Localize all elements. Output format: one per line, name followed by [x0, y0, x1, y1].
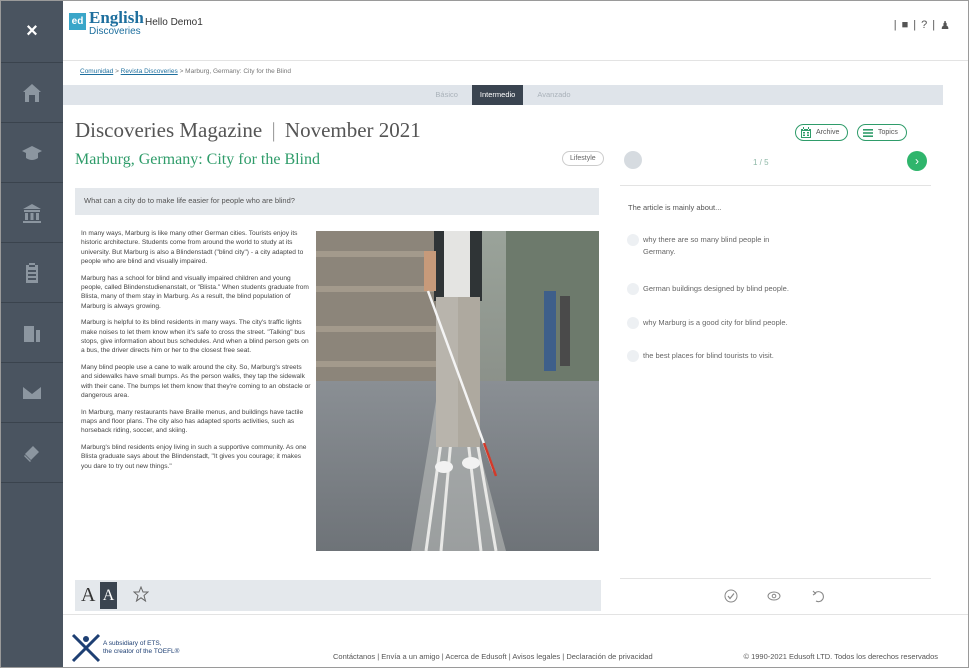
- article-image: [316, 231, 599, 551]
- breadcrumb: Comunidad > Revista Discoveries > Marbur…: [80, 68, 291, 75]
- archive-button[interactable]: Archive: [795, 124, 849, 141]
- close-icon: ×: [26, 20, 38, 42]
- header: ed English Discoveries Hello Demo1 | ■ |…: [63, 1, 968, 61]
- radio-button[interactable]: [627, 317, 639, 329]
- graduation-cap-icon: [22, 145, 42, 160]
- article-paragraph: In many ways, Marburg is like many other…: [81, 230, 304, 266]
- breadcrumb-link-magazine[interactable]: Revista Discoveries: [121, 68, 178, 75]
- level-advanced[interactable]: Avanzado: [529, 85, 578, 105]
- previous-question-button[interactable]: [624, 151, 642, 169]
- footer-link-share[interactable]: Envía a un amigo: [381, 652, 439, 661]
- home-icon: [23, 83, 41, 102]
- close-button[interactable]: ×: [1, 1, 63, 63]
- question-counter: 1 / 5: [753, 158, 769, 167]
- star-icon[interactable]: [133, 586, 149, 602]
- radio-button[interactable]: [627, 234, 639, 246]
- level-intermediate[interactable]: Intermedio: [471, 85, 524, 105]
- topics-button[interactable]: Topics: [857, 124, 907, 141]
- article-paragraph: Marburg is helpful to its blind resident…: [81, 319, 309, 355]
- footer-link-legal[interactable]: Avisos legales: [512, 652, 560, 661]
- community-icon: [23, 203, 41, 223]
- answer-option[interactable]: German buildings designed by blind peopl…: [627, 283, 827, 295]
- ets-logo-icon: [71, 633, 101, 663]
- user-icon[interactable]: ♟: [940, 19, 950, 32]
- footer-link-privacy[interactable]: Declaración de privacidad: [566, 652, 652, 661]
- category-badge[interactable]: Lifestyle: [562, 151, 604, 166]
- title-separator: |: [271, 118, 276, 142]
- answer-label: the best places for blind tourists to vi…: [643, 351, 774, 360]
- article-paragraph: In Marburg, many restaurants have Braill…: [81, 408, 304, 435]
- page-title: Discoveries Magazine | November 2021: [75, 118, 421, 143]
- logo-name: English: [89, 8, 144, 27]
- font-size-small-button[interactable]: A: [81, 584, 95, 607]
- help-icon[interactable]: ?: [921, 19, 927, 32]
- clipboard-icon: [26, 262, 38, 283]
- magazine-issue: November 2021: [284, 118, 421, 142]
- quiz-question: The article is mainly about...: [628, 203, 722, 212]
- breadcrumb-current: Marburg, Germany: City for the Blind: [185, 68, 292, 75]
- logo-mark[interactable]: ed: [69, 13, 86, 30]
- sidebar-item-progress[interactable]: [1, 303, 63, 363]
- utility-menu: | ■ | ? | ♟: [894, 19, 950, 32]
- check-icon[interactable]: [724, 589, 738, 603]
- level-basic[interactable]: Básico: [427, 85, 466, 105]
- blind-man-with-cane-photo: [316, 231, 599, 551]
- divider: [620, 185, 931, 186]
- company-info: A subsidiary of ETS, the creator of the …: [103, 640, 179, 656]
- company-line: A subsidiary of ETS,: [103, 640, 162, 647]
- answer-option[interactable]: why Marburg is a good city for blind peo…: [627, 317, 827, 329]
- breadcrumb-separator: >: [115, 68, 119, 75]
- footer-link-contact[interactable]: Contáctanos: [333, 652, 375, 661]
- sidebar-item-courses[interactable]: [1, 123, 63, 183]
- answer-label: why there are so many blind people in Ge…: [643, 235, 770, 256]
- undo-icon[interactable]: [811, 589, 825, 603]
- reading-toolbar: A A: [75, 580, 601, 611]
- eye-icon[interactable]: [767, 589, 781, 603]
- breadcrumb-separator: >: [179, 68, 184, 75]
- sidebar-item-resources[interactable]: [1, 423, 63, 483]
- copyright: © 1990-2021 Edusoft LTD. Todos los derec…: [743, 652, 938, 661]
- font-size-large-button[interactable]: A: [100, 582, 117, 609]
- greeting: Hello Demo1: [145, 17, 203, 28]
- archive-label: Archive: [816, 129, 840, 136]
- sidebar-item-home[interactable]: [1, 63, 63, 123]
- radio-button[interactable]: [627, 350, 639, 362]
- footer: A subsidiary of ETS, the creator of the …: [63, 614, 968, 667]
- quiz-actions: [620, 578, 931, 613]
- footer-link-about[interactable]: Acerca de Edusoft: [445, 652, 506, 661]
- book-icon: [24, 445, 39, 462]
- article-body: In many ways, Marburg is like many other…: [81, 229, 312, 478]
- article-title: Marburg, Germany: City for the Blind: [75, 151, 320, 168]
- answer-option[interactable]: why there are so many blind people in Ge…: [627, 234, 797, 258]
- radio-button[interactable]: [627, 283, 639, 295]
- article-paragraph: Marburg has a school for blind and visua…: [81, 274, 309, 310]
- breadcrumb-link-community[interactable]: Comunidad: [80, 68, 113, 75]
- sidebar-item-tests[interactable]: [1, 243, 63, 303]
- level-switcher: Básico Intermedio Avanzado: [63, 85, 943, 105]
- divider: |: [893, 19, 897, 31]
- answer-label: German buildings designed by blind peopl…: [643, 284, 789, 293]
- next-question-button[interactable]: ›: [907, 151, 927, 171]
- magazine-title: Discoveries Magazine: [75, 118, 263, 142]
- discussion-question: What can a city do to make life easier f…: [75, 188, 599, 215]
- answer-label: why Marburg is a good city for blind peo…: [643, 318, 788, 327]
- notifications-icon[interactable]: ■: [902, 19, 909, 32]
- calendar-icon: [801, 126, 811, 138]
- answer-option[interactable]: the best places for blind tourists to vi…: [627, 350, 827, 362]
- logo-subtitle: Discoveries: [89, 26, 141, 37]
- topics-label: Topics: [878, 129, 898, 136]
- sidebar: ×: [1, 1, 63, 667]
- company-line: the creator of the TOEFL®: [103, 648, 180, 655]
- list-icon: [863, 128, 873, 137]
- chevron-right-icon: ›: [915, 154, 919, 168]
- divider: |: [913, 19, 917, 31]
- article-paragraph: Marburg's blind residents enjoy living i…: [81, 443, 307, 470]
- mail-icon: [23, 386, 41, 399]
- article-paragraph: Many blind people use a cane to walk aro…: [81, 363, 311, 400]
- progress-icon: [24, 325, 40, 342]
- sidebar-item-community[interactable]: [1, 183, 63, 243]
- divider: |: [932, 19, 936, 31]
- sidebar-item-messages[interactable]: [1, 363, 63, 423]
- footer-links: Contáctanos | Envía a un amigo | Acerca …: [333, 652, 653, 661]
